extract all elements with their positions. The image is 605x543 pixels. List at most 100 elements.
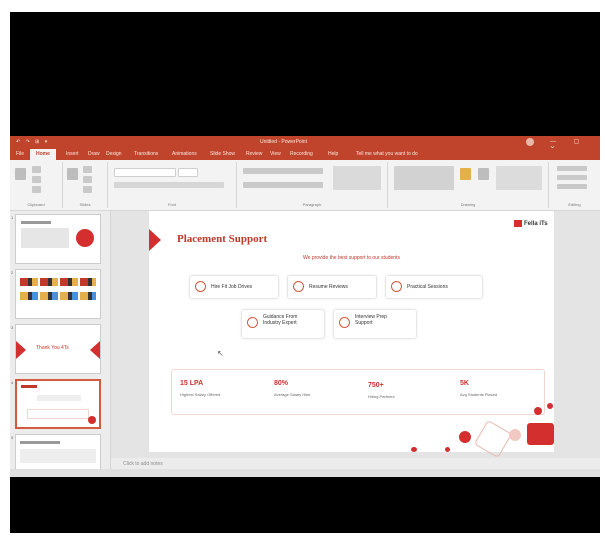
font-format-buttons[interactable] — [114, 182, 224, 188]
slide-title[interactable]: Placement Support — [177, 233, 267, 245]
feature-label: Practical Sessions — [407, 284, 448, 290]
decor-hexagon — [411, 447, 417, 452]
stat-value: 15 LPA — [180, 380, 204, 387]
slide-thumbnail-4[interactable] — [15, 379, 101, 429]
mouse-cursor-icon: ↖ — [217, 349, 224, 358]
select-button[interactable] — [557, 184, 587, 189]
slide-thumbnail-2[interactable] — [15, 269, 101, 319]
notes-pane[interactable]: Click to add notes — [111, 458, 600, 469]
thumb-features — [37, 395, 81, 401]
thumb-text: Thank You 4Ts — [36, 345, 69, 351]
decor-hexagon — [509, 429, 521, 441]
replace-button[interactable] — [557, 175, 587, 180]
top-letterbox — [10, 12, 600, 136]
stat-label: Average Salary Hike — [274, 392, 311, 397]
decor-hexagon — [473, 419, 513, 459]
group-font: Font — [108, 162, 237, 208]
group-label-drawing: Drawing — [460, 202, 476, 207]
logo-mark-icon — [514, 220, 522, 227]
ribbon: Clipboard Slides Font Paragraph Drawing … — [10, 160, 600, 211]
job-drive-icon — [195, 281, 206, 292]
slide-canvas[interactable]: Placement Support Fella iTs We provide t… — [149, 211, 554, 459]
copy-icon[interactable] — [32, 176, 41, 183]
ribbon-tabs: File Home Insert Draw Design Transitions… — [10, 148, 600, 160]
tab-file[interactable]: File — [16, 151, 24, 157]
format-painter-icon[interactable] — [32, 186, 41, 193]
slide-thumbnail-3[interactable]: Thank You 4Ts — [15, 324, 101, 374]
quick-access-toolbar[interactable]: ↶ ↷ ⊞ ▾ — [16, 139, 49, 145]
practical-icon — [391, 281, 402, 292]
group-label-clipboard: Clipboard — [27, 202, 45, 207]
title-accent-triangle — [149, 229, 161, 251]
group-label-paragraph: Paragraph — [302, 202, 322, 207]
thumbnail-number: 3 — [11, 325, 14, 330]
section-icon[interactable] — [83, 186, 92, 193]
slide-thumbnail-1[interactable] — [15, 214, 101, 264]
quick-styles-icon[interactable] — [478, 168, 489, 180]
arrange-icon[interactable] — [460, 168, 471, 180]
group-label-slides: Slides — [79, 202, 91, 207]
tab-draw[interactable]: Draw — [88, 151, 100, 157]
thumb-stats — [27, 409, 89, 419]
stats-panel: 15 LPA Highest Salary Offered 80% Averag… — [171, 369, 545, 415]
thumbnail-number: 5 — [11, 435, 14, 440]
feature-label: Resume Reviews — [309, 284, 348, 290]
slide-subtitle[interactable]: We provide the best support to our stude… — [149, 255, 554, 261]
window-title: Untitled - PowerPoint — [260, 139, 307, 145]
resume-icon — [293, 281, 304, 292]
font-size-select[interactable] — [178, 168, 198, 177]
decor-hexagon — [527, 423, 554, 445]
tab-design[interactable]: Design — [106, 151, 122, 157]
alignment-buttons[interactable] — [243, 182, 323, 188]
thumbnail-number: 4 — [11, 380, 14, 385]
thumb-triangle — [16, 341, 26, 359]
cut-icon[interactable] — [32, 166, 41, 173]
tab-home[interactable]: Home — [30, 149, 56, 160]
text-direction-buttons[interactable] — [333, 166, 381, 190]
title-bar: ↶ ↷ ⊞ ▾ Untitled - PowerPoint — ▢ ✕ — [10, 136, 600, 152]
shapes-gallery[interactable] — [394, 166, 454, 190]
stat-value: 5K — [460, 380, 469, 387]
thumb-colored-blocks — [20, 278, 96, 286]
decor-hexagon — [459, 431, 471, 443]
thumb-colored-blocks — [20, 292, 96, 300]
list-buttons[interactable] — [243, 168, 323, 174]
decor-hexagon — [445, 447, 450, 452]
paste-icon[interactable] — [15, 168, 26, 180]
thumb-heading — [20, 441, 60, 444]
tab-insert[interactable]: Insert — [66, 151, 79, 157]
user-avatar[interactable] — [526, 138, 534, 146]
tab-help[interactable]: Help — [328, 151, 338, 157]
thumb-content — [21, 228, 69, 248]
reset-icon[interactable] — [83, 176, 92, 183]
stat-label: Avg Students Placed — [460, 392, 498, 397]
thumb-content — [20, 449, 96, 463]
notes-placeholder: Click to add notes — [123, 461, 163, 467]
tab-review[interactable]: Review — [246, 151, 262, 157]
feature-label: Hire Fit Job Drives — [211, 284, 253, 290]
tab-slide-show[interactable]: Slide Show — [210, 151, 235, 157]
feature-label: Interview Prep Support — [355, 314, 387, 326]
decor-hexagon — [534, 407, 542, 415]
layout-icon[interactable] — [83, 166, 92, 173]
decor-hexagon — [547, 403, 553, 409]
font-name-select[interactable] — [114, 168, 176, 177]
stat-label: Hiring Partners — [368, 394, 395, 399]
status-bar — [10, 469, 600, 477]
interview-icon — [339, 317, 350, 328]
tab-transitions[interactable]: Transitions — [134, 151, 158, 157]
thumb-title — [21, 385, 37, 388]
new-slide-icon[interactable] — [67, 168, 78, 180]
tab-view[interactable]: View — [270, 151, 281, 157]
find-button[interactable] — [557, 166, 587, 171]
slide-editor: Placement Support Fella iTs We provide t… — [111, 211, 600, 469]
stat-label: Highest Salary Offered — [180, 392, 221, 397]
group-editing: Editing — [549, 162, 600, 208]
group-drawing: Drawing — [388, 162, 549, 208]
shape-format-options[interactable] — [496, 166, 542, 190]
thumb-heading — [21, 221, 51, 224]
tell-me-search[interactable]: Tell me what you want to do — [356, 151, 418, 157]
tab-recording[interactable]: Recording — [290, 151, 313, 157]
tab-animations[interactable]: Animations — [172, 151, 197, 157]
group-clipboard: Clipboard — [10, 162, 63, 208]
